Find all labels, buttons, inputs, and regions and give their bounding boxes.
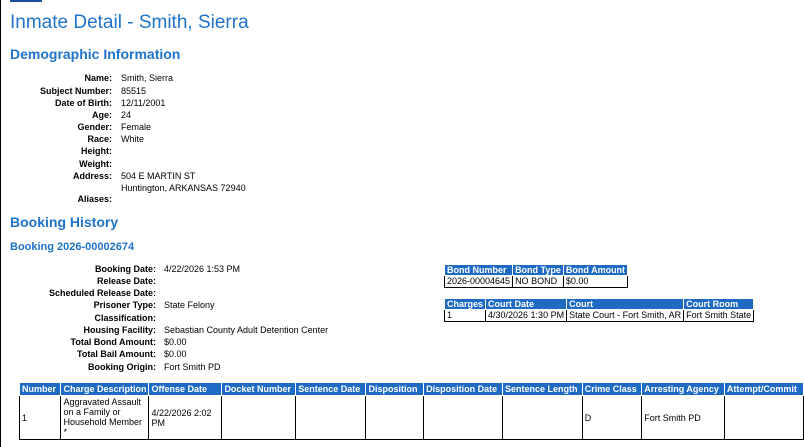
field-value: 24 [121, 110, 132, 120]
charges-table-cell [502, 395, 583, 440]
field-label: Subject Number: [39, 86, 112, 96]
charges-table-header: Number [18, 382, 62, 396]
field-value: 12/11/2001 [121, 98, 166, 108]
field-label: Aliases: [77, 194, 112, 204]
field-label: Booking Origin: [88, 362, 156, 372]
charge-description-line: on a Family or [63, 407, 121, 417]
table-row: 1 4/30/2026 1:30 PM State Court - Fort Smi… [443, 309, 755, 322]
bond-table-header: Bond Amount [562, 264, 629, 276]
field-value-line2: Huntington, ARKANSAS 72940 [121, 183, 246, 193]
charges-table-header: Attempt/Commit [723, 382, 804, 396]
field-value: White [121, 134, 145, 144]
field-value: State Felony [164, 300, 215, 310]
court-table-header-row: Charges Court Date Court Court Room [443, 298, 755, 310]
charges-table-header-row: Number Charge Description Offense Date Dock… [18, 382, 804, 396]
charge-description-line: Household Member [63, 417, 142, 427]
charges-table-cell: D [581, 395, 643, 440]
field-value: Smith, Sierra [121, 73, 174, 83]
charges-table-cell: Fort Smith PD [641, 395, 725, 440]
charges-table-cell: Aggravated Assault on a Family or Househol… [60, 395, 150, 440]
charges-table-header: Disposition [365, 382, 425, 396]
charges-table-cell [723, 395, 804, 440]
charges-table-cell [295, 395, 367, 440]
booking-title: Booking 2026-00002674 [10, 241, 135, 253]
field-label: Gender: [77, 122, 112, 132]
field-label: Housing Facility: [83, 325, 156, 335]
charges-table-cell [423, 395, 503, 440]
demographic-heading: Demographic Information [10, 46, 181, 62]
court-table-cell: 4/30/2026 1:30 PM [485, 309, 568, 322]
field-label: Date of Birth: [55, 98, 112, 108]
charges-table-header: Disposition Date [423, 382, 503, 396]
bond-table: Bond Number Bond Type Bond Amount 2026-000… [443, 264, 629, 288]
field-label: Total Bail Amount: [77, 349, 156, 359]
field-value: Female [121, 122, 152, 132]
charges-table-header: Docket Number [221, 382, 297, 396]
charge-description-line: * [63, 427, 67, 437]
booking-history-heading: Booking History [10, 214, 119, 230]
charges-table-header: Charge Description [60, 382, 150, 396]
bond-table-header: Bond Number [443, 264, 514, 276]
bond-table-header-row: Bond Number Bond Type Bond Amount [443, 264, 629, 276]
charges-table-cell: 1 [18, 395, 62, 440]
top-link-underline[interactable] [10, 0, 42, 2]
field-label: Name: [84, 73, 112, 83]
booking-fields: Booking Date: 4/22/2026 1:53 PM Release Da… [0, 263, 440, 375]
court-table-header: Charges [443, 298, 487, 310]
field-value: Fort Smith PD [164, 362, 221, 372]
charges-table-header: Sentence Length [502, 382, 583, 396]
charges-table-header: Arresting Agency [641, 382, 725, 396]
bond-table-header: Bond Type [512, 264, 564, 276]
charges-table: Number Charge Description Offense Date Dock… [18, 382, 804, 440]
field-value: 4/22/2026 1:53 PM [164, 264, 241, 274]
charges-table-header: Offense Date [148, 382, 223, 396]
charge-description-line: Aggravated Assault [63, 397, 142, 407]
field-label: Release Date: [96, 276, 156, 286]
court-table-header: Court Room [683, 298, 755, 310]
court-table-header: Court [566, 298, 685, 310]
field-label: Booking Date: [94, 264, 156, 274]
field-value: $0.00 [164, 349, 187, 359]
charges-table-header: Sentence Date [295, 382, 367, 396]
demographic-fields: Name: Smith, Sierra Subject Number: 85515 Da… [0, 72, 400, 212]
field-label: Age: [92, 110, 112, 120]
bond-table-cell: NO BOND [512, 275, 564, 288]
field-label: Prisoner Type: [93, 300, 156, 310]
field-value: 504 E MARTIN ST [121, 171, 196, 181]
field-label: Classification: [94, 313, 156, 323]
field-label: Scheduled Release Date: [48, 288, 156, 298]
field-label: Race: [87, 134, 112, 144]
charges-table-cell [365, 395, 425, 440]
court-table: Charges Court Date Court Court Room 1 4/30/2… [443, 298, 755, 322]
field-label: Height: [81, 146, 112, 156]
charges-table-header: Crime Class [581, 382, 643, 396]
page-title: Inmate Detail - Smith, Sierra [10, 12, 249, 33]
court-table-cell: Fort Smith State [683, 309, 755, 322]
page-left-border [0, 0, 1, 447]
field-label: Address: [72, 171, 112, 181]
charges-table-cell [221, 395, 297, 440]
field-label: Weight: [79, 159, 112, 169]
table-row: 2026-00004645 NO BOND $0.00 [443, 275, 629, 288]
field-value: Sebastian County Adult Detention Center [164, 325, 329, 335]
field-label: Total Bond Amount: [70, 337, 156, 347]
bond-table-cell: $0.00 [562, 275, 629, 288]
court-table-header: Court Date [485, 298, 568, 310]
field-value: $0.00 [164, 337, 187, 347]
charges-table-cell: 4/22/2026 2:02 PM [148, 395, 223, 440]
field-value: 85515 [121, 86, 147, 96]
court-table-cell: State Court - Fort Smith, AR [566, 309, 685, 322]
bond-table-cell: 2026-00004645 [443, 275, 514, 288]
court-table-cell: 1 [443, 309, 487, 322]
table-row: 1 Aggravated Assault on a Family or Househo… [18, 395, 804, 440]
